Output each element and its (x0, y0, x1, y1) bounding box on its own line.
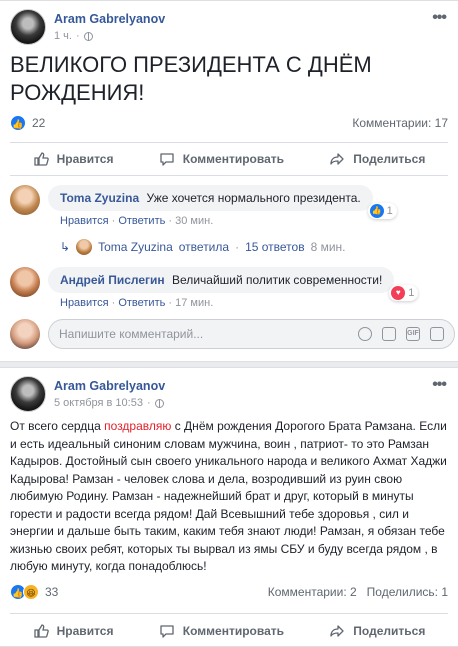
current-user-avatar (10, 319, 40, 349)
post-time-text[interactable]: 1 ч. (54, 30, 72, 42)
comment-icon (160, 153, 174, 166)
reaction-stats: 👍 22 Комментарии: 17 (10, 115, 448, 131)
sticker-icon[interactable] (430, 327, 444, 341)
comment-icon (160, 624, 174, 638)
comment-input[interactable]: Напишите комментарий... GIF (48, 319, 455, 349)
post-text: От всего сердца поздравляю с Днём рожден… (10, 418, 450, 576)
like-reaction-icon: 👍 (10, 115, 26, 131)
reactions-count[interactable]: 33 (45, 585, 58, 599)
post-actions: Нравится Комментировать Поделиться (10, 613, 448, 647)
author-avatar[interactable] (10, 376, 46, 412)
share-button[interactable]: Поделиться (329, 151, 425, 167)
comment-reply-link[interactable]: Ответить (118, 215, 165, 227)
reply-count[interactable]: 15 ответов (245, 240, 305, 254)
more-options-icon[interactable]: ••• (432, 376, 447, 394)
love-reaction-icon: ♥ (391, 286, 406, 300)
post-header: Aram Gabrelyanov 5 октября в 10:53 · (10, 376, 165, 412)
shares-count[interactable]: Поделились: 1 (367, 585, 448, 599)
post-text-highlight[interactable]: поздравляю (104, 419, 171, 433)
comment-like-link[interactable]: Нравится (60, 215, 109, 227)
post-timestamp[interactable]: 5 октября в 10:53 · (54, 397, 165, 409)
reply-author[interactable]: Toma Zyuzina (98, 240, 173, 254)
write-comment-row: Напишите комментарий... GIF (10, 319, 455, 349)
comment-reaction-badge[interactable]: 👍 1 (367, 203, 397, 219)
like-button[interactable]: Нравится (33, 623, 114, 639)
comment-label: Комментировать (182, 152, 284, 166)
commenter-name[interactable]: Андрей Пислегин (60, 273, 165, 287)
share-icon (330, 153, 344, 165)
commenter-name[interactable]: Toma Zyuzina (60, 191, 139, 205)
camera-icon[interactable] (382, 327, 396, 341)
comments-count[interactable]: Комментарии: 17 (352, 116, 448, 130)
post-timestamp[interactable]: 1 ч. · (54, 30, 165, 42)
comment-text: Величайший политик современности! (172, 273, 383, 287)
author-name[interactable]: Aram Gabrelyanov (54, 12, 165, 26)
comments-count[interactable]: Комментарии: 2 (268, 585, 357, 599)
share-label: Поделиться (353, 152, 426, 166)
replies-thread[interactable]: ↳ Toma Zyuzina ответила · 15 ответов 8 м… (60, 239, 346, 255)
like-button[interactable]: Нравится (33, 151, 114, 167)
comment-bubble: Андрей Пислегин Величайший политик совре… (48, 267, 419, 301)
gif-icon[interactable]: GIF (406, 327, 420, 341)
comment-placeholder: Напишите комментарий... (59, 327, 204, 341)
share-icon (330, 624, 344, 637)
comment-time[interactable]: 17 мин. (175, 297, 213, 309)
comment-bubble: Toma Zyuzina Уже хочется нормального пре… (48, 185, 397, 219)
comment-button[interactable]: Комментировать (159, 623, 284, 639)
comment-reply-link[interactable]: Ответить (118, 297, 165, 309)
comment-item: Андрей Пислегин Величайший политик совре… (10, 267, 419, 309)
reply-avatar (76, 239, 93, 255)
like-label: Нравится (56, 152, 114, 166)
comment-label: Комментировать (182, 623, 284, 638)
thumbs-up-icon (33, 152, 49, 166)
globe-icon (83, 31, 93, 41)
more-options-icon[interactable]: ••• (432, 9, 447, 27)
emoji-icon[interactable] (358, 327, 372, 341)
share-label: Поделиться (353, 623, 426, 638)
post-header: Aram Gabrelyanov 1 ч. · (10, 9, 165, 45)
reactions-count[interactable]: 22 (32, 116, 45, 130)
comment-time[interactable]: 30 мин. (175, 215, 213, 227)
post-text: ВЕЛИКОГО ПРЕЗИДЕНТА С ДНЁМ РОЖДЕНИЯ! (10, 52, 372, 105)
author-name[interactable]: Aram Gabrelyanov (54, 379, 165, 393)
author-avatar[interactable] (10, 9, 46, 45)
reply-verb: ответила (178, 240, 230, 254)
post-actions: Нравится Комментировать Поделиться (10, 142, 448, 176)
like-reaction-icon: 👍 (369, 204, 384, 218)
comment-button[interactable]: Комментировать (159, 151, 284, 167)
reaction-stats: 👍 😆 33 Комментарии: 2 Поделились: 1 (10, 584, 448, 600)
comment-links: Нравится · Ответить · 30 мин. (60, 215, 214, 227)
share-button[interactable]: Поделиться (329, 623, 425, 639)
commenter-avatar[interactable] (10, 185, 40, 215)
comment-reaction-count: 1 (408, 287, 415, 299)
post-time-text[interactable]: 5 октября в 10:53 (54, 397, 143, 409)
comment-reaction-count: 1 (386, 205, 393, 217)
reactions-summary[interactable]: 👍 22 (10, 115, 45, 131)
commenter-avatar[interactable] (10, 267, 40, 297)
comment-like-link[interactable]: Нравится (60, 297, 109, 309)
reply-arrow-icon: ↳ (60, 240, 71, 254)
haha-reaction-icon: 😆 (23, 584, 39, 600)
comment-text: Уже хочется нормального президента. (146, 191, 361, 205)
reply-time: 8 мин. (310, 240, 346, 254)
post-text-part: с Днём рождения Дорогого Брата Рамзана. … (10, 419, 447, 573)
like-label: Нравится (56, 623, 114, 638)
thumbs-up-icon (33, 623, 49, 638)
comment-item: Toma Zyuzina Уже хочется нормального пре… (10, 185, 397, 227)
post-text-part: От всего сердца (10, 419, 105, 433)
globe-icon (154, 398, 164, 408)
post-card-2: Aram Gabrelyanov 5 октября в 10:53 · •••… (0, 367, 458, 647)
reactions-summary[interactable]: 👍 😆 33 (10, 584, 58, 600)
post-card-1: Aram Gabrelyanov 1 ч. · ••• ВЕЛИКОГО ПРЕ… (0, 0, 458, 362)
comment-links: Нравится · Ответить · 17 мин. (60, 297, 214, 309)
comment-reaction-badge[interactable]: ♥ 1 (389, 285, 419, 301)
